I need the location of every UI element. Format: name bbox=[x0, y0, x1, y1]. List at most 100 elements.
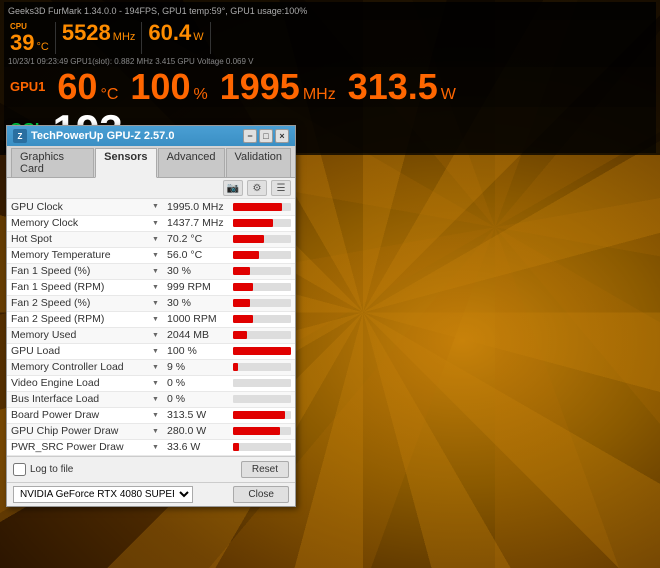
sensor-bar-bg bbox=[233, 363, 291, 371]
sensor-name: Hot Spot bbox=[7, 231, 148, 247]
hud-detail-text: 10/23/1 09:23:49 GPU1(slot): 0.882 MHz 3… bbox=[8, 57, 253, 66]
hud-title-row: Geeks3D FurMark 1.34.0.0 - 194FPS, GPU1 … bbox=[4, 2, 656, 20]
sensor-row: Video Engine Load▼0 % bbox=[7, 375, 295, 391]
sensor-value: 100 % bbox=[163, 343, 228, 359]
sensor-row: GPU Load▼100 % bbox=[7, 343, 295, 359]
gpuz-camera-button[interactable]: 📷 bbox=[223, 180, 243, 196]
sensor-arrow[interactable]: ▼ bbox=[148, 263, 163, 279]
sensor-arrow[interactable]: ▼ bbox=[148, 199, 163, 215]
sensor-arrow[interactable]: ▼ bbox=[148, 391, 163, 407]
sensor-name: Memory Used bbox=[7, 327, 148, 343]
gpuz-titlebar: Z TechPowerUp GPU-Z 2.57.0 − □ × bbox=[7, 126, 295, 146]
reset-button[interactable]: Reset bbox=[241, 461, 289, 478]
sensor-name: Fan 2 Speed (RPM) bbox=[7, 311, 148, 327]
hud-cpu-temp-unit: °C bbox=[36, 41, 48, 53]
sensor-arrow[interactable]: ▼ bbox=[148, 439, 163, 455]
sensor-bar-fill bbox=[233, 331, 248, 339]
sensor-bar-bg bbox=[233, 283, 291, 291]
sensor-bar-bg bbox=[233, 443, 291, 451]
sensor-arrow[interactable]: ▼ bbox=[148, 327, 163, 343]
sensor-row: PWR_SRC Power Draw▼33.6 W bbox=[7, 439, 295, 455]
sensor-bar-cell bbox=[229, 391, 296, 407]
hud-gpu1-clock: 1995 bbox=[220, 69, 300, 105]
sensor-arrow[interactable]: ▼ bbox=[148, 279, 163, 295]
sensor-bar-cell bbox=[229, 279, 296, 295]
sensor-arrow[interactable]: ▼ bbox=[148, 311, 163, 327]
sensor-arrow[interactable]: ▼ bbox=[148, 247, 163, 263]
sensor-bar-cell bbox=[229, 423, 296, 439]
sensor-row: Memory Clock▼1437.7 MHz bbox=[7, 215, 295, 231]
sensor-name: GPU Clock bbox=[7, 199, 148, 215]
hud-gpu1-power-group: 313.5 W bbox=[348, 69, 456, 105]
hud-gpu1-usage: 100 bbox=[130, 69, 190, 105]
sensor-arrow[interactable]: ▼ bbox=[148, 407, 163, 423]
sensor-bar-fill bbox=[233, 219, 274, 227]
sensor-bar-cell bbox=[229, 215, 296, 231]
sensor-bar-bg bbox=[233, 219, 291, 227]
sensor-row: Fan 2 Speed (RPM)▼1000 RPM bbox=[7, 311, 295, 327]
sensor-bar-bg bbox=[233, 347, 291, 355]
sensor-arrow[interactable]: ▼ bbox=[148, 231, 163, 247]
sensor-arrow[interactable]: ▼ bbox=[148, 375, 163, 391]
log-to-file-checkbox[interactable] bbox=[13, 463, 26, 476]
hud-cpu-clock-block: 5528 MHz bbox=[56, 22, 143, 54]
hud-gpu1-clock-unit: MHz bbox=[303, 86, 336, 104]
sensor-arrow[interactable]: ▼ bbox=[148, 423, 163, 439]
sensor-bar-bg bbox=[233, 427, 291, 435]
gpuz-menu-button[interactable]: ☰ bbox=[271, 180, 291, 196]
sensor-bar-fill bbox=[233, 283, 253, 291]
tab-sensors[interactable]: Sensors bbox=[95, 148, 156, 178]
hud-gpu1-usage-group: 100 % bbox=[130, 69, 207, 105]
hud-cpu-clock-unit: MHz bbox=[113, 31, 136, 43]
close-button[interactable]: Close bbox=[233, 486, 289, 503]
sensor-bar-cell bbox=[229, 327, 296, 343]
sensor-name: Memory Temperature bbox=[7, 247, 148, 263]
gpuz-restore-button[interactable]: □ bbox=[259, 129, 273, 143]
sensor-value: 33.6 W bbox=[163, 439, 228, 455]
sensor-row: Memory Temperature▼56.0 °C bbox=[7, 247, 295, 263]
sensor-value: 30 % bbox=[163, 295, 228, 311]
gpuz-sensors-table: GPU Clock▼1995.0 MHzMemory Clock▼1437.7 … bbox=[7, 199, 295, 456]
gpu-select[interactable]: NVIDIA GeForce RTX 4080 SUPER bbox=[13, 486, 193, 503]
sensor-bar-cell bbox=[229, 439, 296, 455]
sensor-bar-fill bbox=[233, 251, 259, 259]
sensor-bar-bg bbox=[233, 267, 291, 275]
sensor-arrow[interactable]: ▼ bbox=[148, 295, 163, 311]
sensor-bar-cell bbox=[229, 375, 296, 391]
gpuz-settings-button[interactable]: ⚙ bbox=[247, 180, 267, 196]
gpuz-window: Z TechPowerUp GPU-Z 2.57.0 − □ × Graphic… bbox=[6, 125, 296, 507]
sensor-bar-bg bbox=[233, 251, 291, 259]
sensor-value: 1437.7 MHz bbox=[163, 215, 228, 231]
gpuz-minimize-button[interactable]: − bbox=[243, 129, 257, 143]
sensor-row: Memory Controller Load▼9 % bbox=[7, 359, 295, 375]
sensor-bar-fill bbox=[233, 411, 285, 419]
gpuz-close-button[interactable]: × bbox=[275, 129, 289, 143]
hud-gpu-metrics: GPU1 60 °C 100 % 1995 MHz 313.5 W bbox=[4, 67, 656, 107]
sensor-bar-bg bbox=[233, 235, 291, 243]
sensor-bar-cell bbox=[229, 343, 296, 359]
sensor-bar-cell bbox=[229, 199, 296, 215]
sensor-arrow[interactable]: ▼ bbox=[148, 215, 163, 231]
gpuz-toolbar: 📷 ⚙ ☰ bbox=[7, 178, 295, 199]
sensor-row: Memory Used▼2044 MB bbox=[7, 327, 295, 343]
sensor-bar-fill bbox=[233, 267, 250, 275]
tab-graphics-card[interactable]: Graphics Card bbox=[11, 148, 94, 177]
sensor-value: 56.0 °C bbox=[163, 247, 228, 263]
sensor-bar-bg bbox=[233, 379, 291, 387]
tab-validation[interactable]: Validation bbox=[226, 148, 292, 177]
sensor-row: Board Power Draw▼313.5 W bbox=[7, 407, 295, 423]
tab-advanced[interactable]: Advanced bbox=[158, 148, 225, 177]
sensor-arrow[interactable]: ▼ bbox=[148, 343, 163, 359]
sensor-bar-cell bbox=[229, 247, 296, 263]
sensor-bar-fill bbox=[233, 427, 281, 435]
sensor-arrow[interactable]: ▼ bbox=[148, 359, 163, 375]
hud-gpu1-label: GPU1 bbox=[10, 79, 45, 94]
sensor-bar-cell bbox=[229, 359, 296, 375]
sensor-name: Memory Controller Load bbox=[7, 359, 148, 375]
sensor-bar-fill bbox=[233, 235, 265, 243]
gpuz-window-controls[interactable]: − □ × bbox=[243, 129, 289, 143]
gpuz-sensors-scroll[interactable]: GPU Clock▼1995.0 MHzMemory Clock▼1437.7 … bbox=[7, 199, 295, 456]
sensor-value: 1000 RPM bbox=[163, 311, 228, 327]
sensor-row: GPU Clock▼1995.0 MHz bbox=[7, 199, 295, 215]
hud-cpu-block: CPU 39 °C bbox=[4, 22, 56, 54]
